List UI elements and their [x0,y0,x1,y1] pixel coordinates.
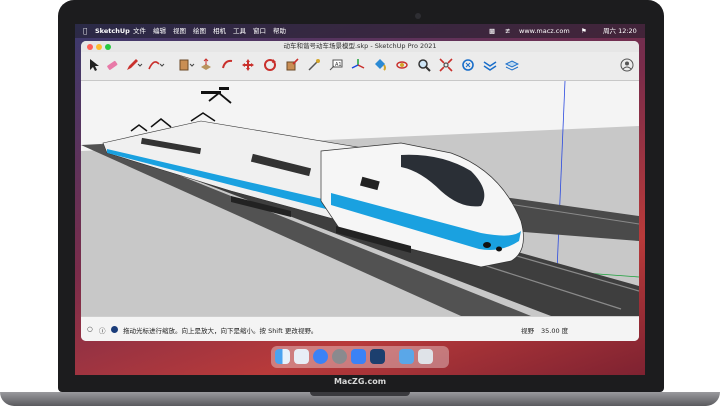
follow-me-tool-icon[interactable] [221,58,235,72]
text-tool-icon[interactable]: A1 [329,58,343,72]
trash-icon[interactable] [418,349,433,364]
axes-tool-icon[interactable] [351,58,365,72]
geo-location-icon[interactable]: ○ [87,325,93,333]
laptop-notch [310,392,410,396]
menu-edit[interactable]: 编辑 [153,24,166,38]
select-tool-icon[interactable] [87,58,101,72]
close-button[interactable] [87,44,93,50]
flag-icon[interactable]: ⚑ [581,24,587,38]
measurements-label: 视野 [521,327,534,335]
menu-app-name[interactable]: SketchUp [95,24,130,38]
status-bar: ○ ⓘ 拖动光标进行缩放。向上是放大，向下是缩小。按 Shift 更改视野。 视… [81,316,639,341]
mail-icon[interactable] [351,349,366,364]
dock [271,346,449,368]
menubar-site-text: www.macz.com [519,27,570,35]
menu-tools[interactable]: 工具 [233,24,246,38]
menu-view[interactable]: 视图 [173,24,186,38]
tape-measure-tool-icon[interactable] [307,58,321,72]
zoom-tool-icon[interactable] [417,58,431,72]
menu-window[interactable]: 窗口 [253,24,266,38]
menu-draw[interactable]: 绘图 [193,24,206,38]
model-viewport[interactable] [81,81,639,316]
wifi-icon[interactable]: ≇ [505,24,510,38]
train-model-scene [81,81,639,316]
menu-file[interactable]: 文件 [133,24,146,38]
paint-bucket-tool-icon[interactable] [373,58,387,72]
push-pull-tool-icon[interactable] [199,58,213,72]
bezel-brand-text: MacZG.com [333,377,387,386]
safari-icon[interactable] [313,349,328,364]
svg-text:A1: A1 [335,62,342,68]
info-icon[interactable]: ⓘ [99,325,106,335]
apple-icon[interactable]:  [83,24,87,38]
orbit-tool-icon[interactable] [395,58,409,72]
menu-help[interactable]: 帮助 [273,24,286,38]
camera [415,13,421,19]
window-title: 动车和谐号动车场景模型.skp - SketchUp Pro 2021 [283,42,437,50]
system-preferences-icon[interactable] [332,349,347,364]
user-status-icon[interactable] [111,326,118,333]
finder-icon[interactable] [275,349,290,364]
zoom-button[interactable] [105,44,111,50]
rotate-tool-icon[interactable] [263,58,277,72]
chevron-down-icon[interactable] [189,58,195,72]
layout-tool-icon[interactable] [505,58,519,72]
account-icon[interactable] [620,58,634,72]
warehouse-tool-icon[interactable] [461,58,475,72]
sketchup-window: 动车和谐号动车场景模型.skp - SketchUp Pro 2021 A1 ○… [81,41,639,341]
extension-warehouse-tool-icon[interactable] [483,58,497,72]
launchpad-icon[interactable] [294,349,309,364]
move-tool-icon[interactable] [241,58,255,72]
status-hint: 拖动光标进行缩放。向上是放大，向下是缩小。按 Shift 更改视野。 [123,327,318,335]
downloads-folder-icon[interactable] [399,349,414,364]
minimize-button[interactable] [96,44,102,50]
measurements-value[interactable]: 35.00 度 [541,325,568,335]
chevron-down-icon[interactable] [137,58,143,72]
desktop-screen:  SketchUp 文件 编辑 视图 绘图 相机 工具 窗口 帮助 ▩ ≇ w… [75,24,645,375]
menu-camera[interactable]: 相机 [213,24,226,38]
control-center-icon[interactable]: ▩ [489,24,495,38]
menubar-clock[interactable]: 周六 12:20 [603,24,637,38]
title-bar: 动车和谐号动车场景模型.skp - SketchUp Pro 2021 [81,41,639,52]
zoom-extents-tool-icon[interactable] [439,58,453,72]
eraser-tool-icon[interactable] [105,58,119,72]
main-toolbar: A1 [81,52,639,81]
sketchup-dock-icon[interactable] [370,349,385,364]
chevron-down-icon[interactable] [159,58,165,72]
menu-bar:  SketchUp 文件 编辑 视图 绘图 相机 工具 窗口 帮助 ▩ ≇ w… [75,24,645,38]
scale-tool-icon[interactable] [285,58,299,72]
